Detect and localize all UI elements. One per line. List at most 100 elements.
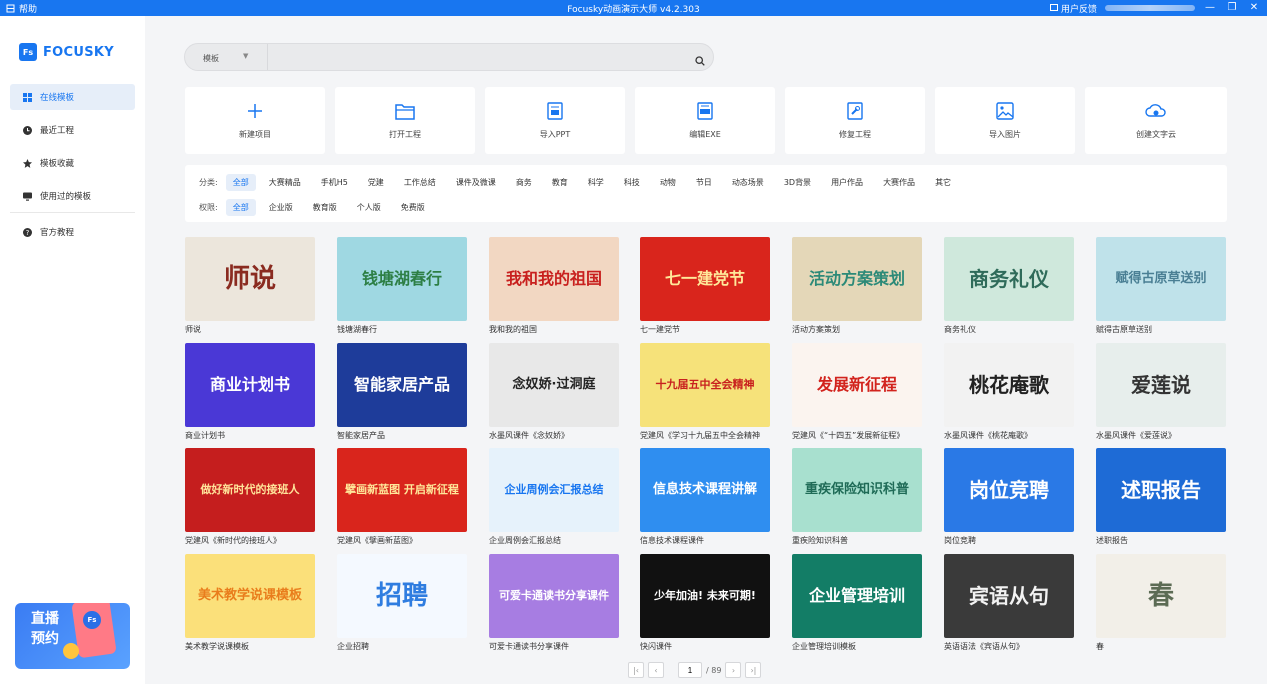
template-thumbnail[interactable]: 少年加油! 未来可期! (640, 554, 770, 638)
template-thumbnail[interactable]: 擘画新蓝图 开启新征程 (337, 448, 467, 532)
template-thumbnail[interactable]: 可爱卡通读书分享课件 (489, 554, 619, 638)
live-booking-banner[interactable]: Fs 直播预约 (15, 603, 130, 669)
template-card[interactable]: 商务礼仪 商务礼仪 (944, 237, 1074, 335)
category-chip[interactable]: 科技 (617, 174, 647, 191)
permission-chip[interactable]: 企业版 (262, 199, 300, 216)
template-card[interactable]: 企业周例会汇报总结 企业周例会汇报总结 (489, 448, 619, 546)
template-card[interactable]: 述职报告 述职报告 (1096, 448, 1226, 546)
template-thumbnail[interactable]: 我和我的祖国 (489, 237, 619, 321)
template-card[interactable]: 宾语从句 英语语法《宾语从句》 (944, 554, 1074, 652)
template-thumbnail[interactable]: 重疾保险知识科普 (792, 448, 922, 532)
template-thumbnail[interactable]: 宾语从句 (944, 554, 1074, 638)
template-card[interactable]: 美术教学说课模板 美术教学说课模板 (185, 554, 315, 652)
template-thumbnail[interactable]: 赋得古原草送别 (1096, 237, 1226, 321)
template-card[interactable]: 少年加油! 未来可期! 快闪课件 (640, 554, 770, 652)
template-card[interactable]: 商业计划书 商业计划书 (185, 343, 315, 441)
import-image-button[interactable]: 导入图片 (935, 87, 1075, 154)
template-card[interactable]: 智能家居产品 智能家居产品 (337, 343, 467, 441)
template-card[interactable]: 重疾保险知识科普 重疾险知识科普 (792, 448, 922, 546)
template-thumbnail[interactable]: 岗位竞聘 (944, 448, 1074, 532)
new-project-button[interactable]: 新建项目 (185, 87, 325, 154)
template-thumbnail[interactable]: 钱塘湖春行 (337, 237, 467, 321)
template-card[interactable]: 爱莲说 水墨风课件《爱莲说》 (1096, 343, 1226, 441)
open-project-button[interactable]: 打开工程 (335, 87, 475, 154)
permission-chip[interactable]: 个人版 (350, 199, 388, 216)
first-page-button[interactable]: |‹ (628, 662, 644, 678)
template-card[interactable]: 企业管理培训 企业管理培训模板 (792, 554, 922, 652)
template-card[interactable]: 可爱卡通读书分享课件 可爱卡通读书分享课件 (489, 554, 619, 652)
sidebar-item-tutorials[interactable]: ? 官方教程 (10, 219, 135, 245)
template-card[interactable]: 钱塘湖春行 钱塘湖春行 (337, 237, 467, 335)
category-chip[interactable]: 大赛精品 (262, 174, 308, 191)
template-thumbnail[interactable]: 发展新征程 (792, 343, 922, 427)
category-chip[interactable]: 3D背景 (777, 174, 818, 191)
last-page-button[interactable]: ›| (745, 662, 762, 678)
template-card[interactable]: 念奴娇·过洞庭 水墨风课件《念奴娇》 (489, 343, 619, 441)
edit-exe-button[interactable]: 编辑EXE (635, 87, 775, 154)
category-chip[interactable]: 其它 (928, 174, 958, 191)
feedback-link[interactable]: 用户反馈 (1049, 2, 1097, 15)
prev-page-button[interactable]: ‹ (648, 662, 664, 678)
import-ppt-button[interactable]: 导入PPT (485, 87, 625, 154)
template-thumbnail[interactable]: 商务礼仪 (944, 237, 1074, 321)
category-chip[interactable]: 手机H5 (314, 174, 355, 191)
category-chip[interactable]: 商务 (509, 174, 539, 191)
category-chip-all[interactable]: 全部 (225, 173, 256, 191)
template-thumbnail[interactable]: 七一建党节 (640, 237, 770, 321)
template-card[interactable]: 十九届五中全会精神 党建风《学习十九届五中全会精神 (640, 343, 770, 441)
search-icon[interactable] (695, 51, 705, 70)
template-card[interactable]: 做好新时代的接班人 党建风《新时代的接班人》 (185, 448, 315, 546)
sidebar-item-used-templates[interactable]: 使用过的模板 (10, 183, 135, 209)
template-thumbnail[interactable]: 招聘 (337, 554, 467, 638)
template-thumbnail[interactable]: 企业周例会汇报总结 (489, 448, 619, 532)
minimize-icon[interactable]: — (1203, 0, 1217, 16)
search-input[interactable] (275, 48, 675, 66)
template-card[interactable]: 赋得古原草送别 赋得古原草送别 (1096, 237, 1226, 335)
template-card[interactable]: 活动方案策划 活动方案策划 (792, 237, 922, 335)
template-thumbnail[interactable]: 美术教学说课模板 (185, 554, 315, 638)
template-card[interactable]: 信息技术课程讲解 信息技术课程课件 (640, 448, 770, 546)
template-card[interactable]: 岗位竞聘 岗位竞聘 (944, 448, 1074, 546)
template-thumbnail[interactable]: 述职报告 (1096, 448, 1226, 532)
search-type-select[interactable]: 模板 (203, 53, 219, 64)
category-chip[interactable]: 课件及微课 (449, 174, 503, 191)
sidebar-item-recent-projects[interactable]: 最近工程 (10, 117, 135, 143)
restore-icon[interactable]: ❐ (1225, 0, 1239, 16)
template-thumbnail[interactable]: 爱莲说 (1096, 343, 1226, 427)
template-thumbnail[interactable]: 桃花庵歌 (944, 343, 1074, 427)
template-card[interactable]: 桃花庵歌 水墨风课件《桃花庵歌》 (944, 343, 1074, 441)
template-thumbnail[interactable]: 做好新时代的接班人 (185, 448, 315, 532)
category-chip[interactable]: 用户作品 (824, 174, 870, 191)
category-chip[interactable]: 动物 (653, 174, 683, 191)
template-card[interactable]: 发展新征程 党建风《“十四五”发展新征程》 (792, 343, 922, 441)
chevron-down-icon[interactable]: ▼ (243, 52, 248, 60)
template-thumbnail[interactable]: 信息技术课程讲解 (640, 448, 770, 532)
template-card[interactable]: 七一建党节 七一建党节 (640, 237, 770, 335)
permission-chip[interactable]: 免费版 (394, 199, 432, 216)
page-number-input[interactable] (678, 662, 702, 678)
template-thumbnail[interactable]: 春 (1096, 554, 1226, 638)
category-chip[interactable]: 节日 (689, 174, 719, 191)
template-thumbnail[interactable]: 智能家居产品 (337, 343, 467, 427)
next-page-button[interactable]: › (725, 662, 742, 678)
template-card[interactable]: 师说 师说 (185, 237, 315, 335)
template-thumbnail[interactable]: 活动方案策划 (792, 237, 922, 321)
template-card[interactable]: 擘画新蓝图 开启新征程 党建风《擘画新蓝图》 (337, 448, 467, 546)
template-thumbnail[interactable]: 企业管理培训 (792, 554, 922, 638)
repair-project-button[interactable]: 修复工程 (785, 87, 925, 154)
sidebar-item-online-templates[interactable]: 在线模板 (10, 84, 135, 110)
create-word-cloud-button[interactable]: 创建文字云 (1085, 87, 1227, 154)
account-name[interactable] (1105, 5, 1195, 11)
template-card[interactable]: 我和我的祖国 我和我的祖国 (489, 237, 619, 335)
template-card[interactable]: 春春 (1096, 554, 1226, 652)
permission-chip-all[interactable]: 全部 (225, 198, 256, 216)
category-chip[interactable]: 教育 (545, 174, 575, 191)
category-chip[interactable]: 动态场景 (725, 174, 771, 191)
template-thumbnail[interactable]: 商业计划书 (185, 343, 315, 427)
category-chip[interactable]: 党建 (361, 174, 391, 191)
template-thumbnail[interactable]: 师说 (185, 237, 315, 321)
template-thumbnail[interactable]: 十九届五中全会精神 (640, 343, 770, 427)
close-icon[interactable]: ✕ (1247, 0, 1261, 16)
category-chip[interactable]: 大赛作品 (876, 174, 922, 191)
category-chip[interactable]: 工作总结 (397, 174, 443, 191)
